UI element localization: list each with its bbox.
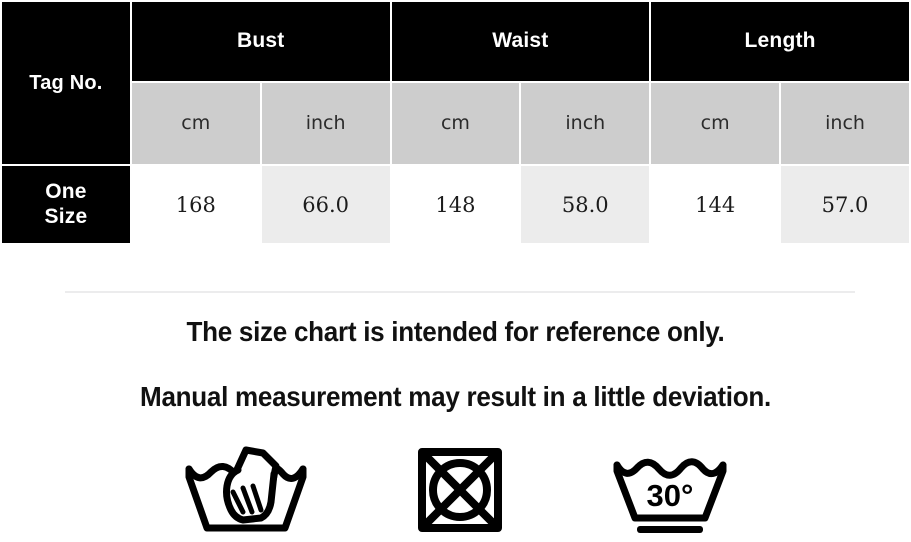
cell-bust-inch: 66.0 (261, 166, 390, 243)
header-unit-waist-cm: cm (391, 82, 520, 164)
header-tag-no: Tag No. (2, 2, 130, 164)
header-group-length: Length (651, 2, 909, 81)
header-group-bust: Bust (131, 2, 390, 81)
header-unit-length-inch: inch (781, 82, 909, 164)
cell-length-inch: 57.0 (781, 166, 909, 243)
header-unit-bust-cm: cm (131, 82, 260, 164)
table-header-group-row: Tag No. Bust Waist Length (2, 2, 909, 164)
row-size-label: One Size (2, 166, 130, 243)
cell-waist-cm: 148 (391, 166, 520, 243)
cell-waist-inch: 58.0 (521, 166, 650, 243)
do-not-tumble-dry-icon (417, 448, 502, 532)
care-symbols-row: 30° (0, 444, 911, 536)
cell-bust-cm: 168 (131, 166, 260, 243)
header-unit-length-cm: cm (651, 82, 780, 164)
table-header-unit-row: cm inch cm inch cm inch (2, 82, 909, 164)
note-reference-only: The size chart is intended for reference… (186, 316, 725, 347)
hand-wash-icon (185, 446, 306, 532)
notes-section: The size chart is intended for reference… (0, 316, 911, 413)
note-manual-measurement: Manual measurement may result in a littl… (140, 381, 771, 412)
row-size-label-line1: One (45, 180, 87, 204)
wash-temperature-label: 30° (646, 478, 693, 513)
header-group-waist: Waist (391, 2, 650, 81)
cell-length-cm: 144 (651, 166, 780, 243)
section-divider (65, 291, 855, 293)
size-chart-table: Tag No. Bust Waist Length cm inch cm inc… (0, 0, 911, 245)
header-unit-bust-inch: inch (261, 82, 390, 164)
row-size-label-line2: Size (44, 204, 88, 228)
wash-30-degrees-gentle-icon: 30° (613, 458, 726, 533)
header-unit-waist-inch: inch (521, 82, 650, 164)
table-row: One Size 168 66.0 148 58.0 144 57.0 (2, 166, 909, 243)
